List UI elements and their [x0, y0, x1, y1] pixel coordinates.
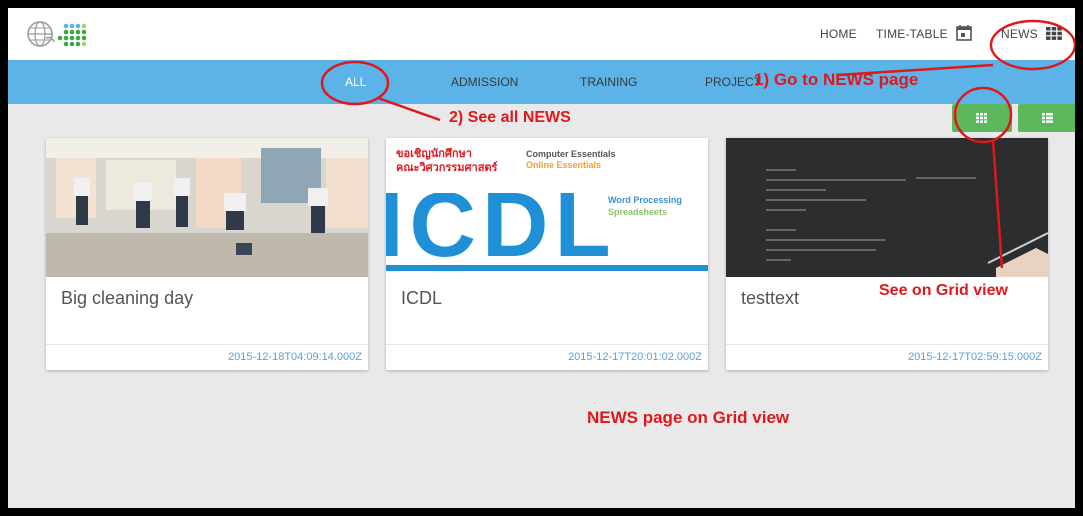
top-navbar: HOME TIME-TABLE NEWS — [8, 8, 1075, 60]
list-view-button[interactable] — [1018, 104, 1075, 132]
news-thumbnail — [726, 138, 1048, 277]
news-date: 2015-12-17T02:59:15.000Z — [908, 351, 1042, 363]
calendar-icon[interactable] — [956, 25, 972, 46]
tab-admission[interactable]: ADMISSION — [451, 75, 518, 89]
nav-home[interactable]: HOME — [820, 27, 857, 41]
card-divider — [386, 344, 708, 345]
thumb-line1: Computer Essentials — [526, 149, 616, 159]
card-divider — [46, 344, 368, 345]
annotation-footer: NEWS page on Grid view — [587, 408, 790, 427]
news-title[interactable]: ICDL — [401, 288, 442, 309]
news-title[interactable]: testtext — [741, 288, 799, 309]
grid-view-button[interactable] — [952, 104, 1012, 132]
site-logo[interactable] — [26, 18, 118, 50]
tab-all[interactable]: ALL — [345, 75, 366, 89]
grid-icon — [976, 113, 987, 123]
tab-training[interactable]: TRAINING — [580, 75, 637, 89]
news-date: 2015-12-17T20:01:02.000Z — [568, 351, 702, 363]
nav-timetable[interactable]: TIME-TABLE — [876, 27, 948, 41]
news-card[interactable]: testtext 2015-12-17T02:59:15.000Z — [726, 138, 1048, 370]
news-thumbnail — [46, 138, 368, 277]
thumb-line3: Word Processing — [608, 195, 682, 205]
list-icon — [1042, 113, 1053, 123]
news-date: 2015-12-18T04:09:14.000Z — [228, 351, 362, 363]
thumb-big: ICDL — [386, 193, 617, 276]
card-divider — [726, 344, 1048, 345]
globe-logo-icon — [27, 21, 87, 47]
thumb-line4: Spreadsheets — [608, 207, 668, 217]
thumb-line2: Online Essentials — [526, 160, 602, 170]
tab-project[interactable]: PROJECT — [705, 75, 761, 89]
annotation-step1: 1) Go to NEWS page — [754, 70, 919, 89]
annotation-step2: 2) See all NEWS — [449, 109, 571, 126]
annotation-grid: See on Grid view — [879, 282, 1008, 299]
icdl-banner: ICDL — [386, 193, 708, 277]
thumb-thai-line2: คณะวิศวกรรมศาสตร์ — [396, 162, 498, 174]
news-card[interactable]: Big cleaning day 2015-12-18T04:09:14.000… — [46, 138, 368, 370]
news-title[interactable]: Big cleaning day — [61, 288, 193, 309]
news-card[interactable]: ขอเชิญนักศึกษา คณะวิศวกรรมศาสตร์ Compute… — [386, 138, 708, 370]
nav-news[interactable]: NEWS — [1001, 27, 1038, 41]
page-frame: HOME TIME-TABLE NEWS ALL ADMISSION TRAIN… — [8, 8, 1075, 508]
news-thumbnail: ขอเชิญนักศึกษา คณะวิศวกรรมศาสตร์ Compute… — [386, 138, 708, 277]
grid-icon[interactable] — [1046, 27, 1062, 45]
